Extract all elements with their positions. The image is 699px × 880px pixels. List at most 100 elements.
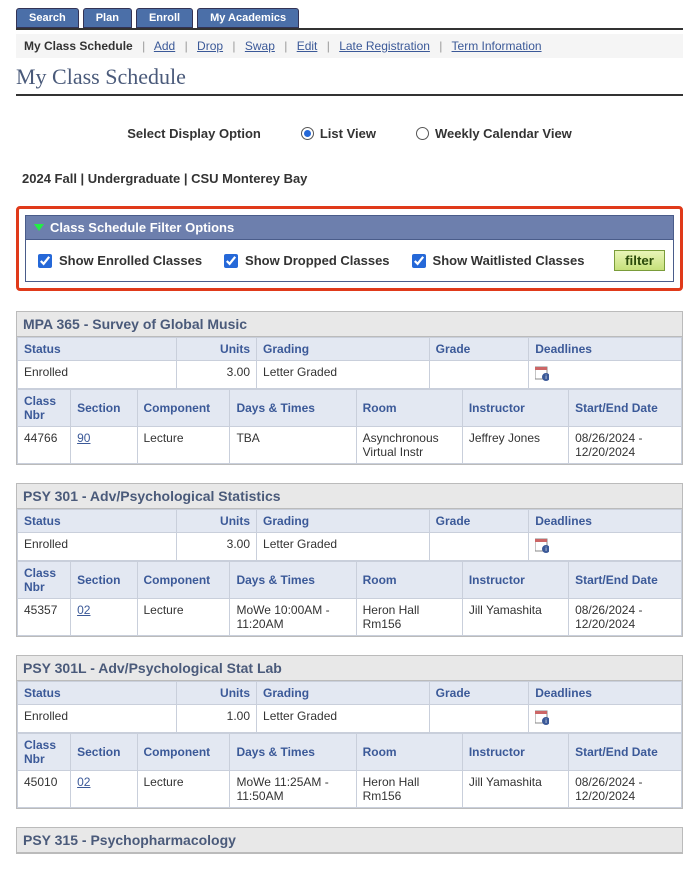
radio-calendar-view[interactable]: Weekly Calendar View [416, 126, 572, 141]
th-grade: Grade [429, 338, 529, 361]
th-deadlines: Deadlines [529, 338, 682, 361]
cell-deadlines[interactable]: i [529, 533, 682, 561]
cell-section[interactable]: 02 [71, 771, 137, 808]
th-instructor: Instructor [462, 562, 568, 599]
cb-waitlisted-text: Show Waitlisted Classes [433, 253, 585, 268]
page-title: My Class Schedule [16, 64, 683, 96]
radio-icon[interactable] [416, 127, 429, 140]
th-instructor: Instructor [462, 390, 568, 427]
th-room: Room [356, 562, 462, 599]
th-deadlines: Deadlines [529, 510, 682, 533]
cell-nbr: 45357 [18, 599, 71, 636]
cell-units: 3.00 [177, 361, 257, 389]
course-block: PSY 301 - Adv/Psychological StatisticsSt… [16, 483, 683, 637]
course-block: MPA 365 - Survey of Global MusicStatusUn… [16, 311, 683, 465]
cell-section[interactable]: 90 [71, 427, 137, 464]
cb-waitlisted[interactable] [412, 254, 426, 268]
th-grade: Grade [429, 682, 529, 705]
term-line: 2024 Fall | Undergraduate | CSU Monterey… [16, 171, 683, 186]
cell-room: Heron Hall Rm156 [356, 771, 462, 808]
cell-units: 3.00 [177, 533, 257, 561]
th-days: Days & Times [230, 562, 356, 599]
deadlines-icon[interactable]: i [535, 365, 549, 381]
cb-dropped-text: Show Dropped Classes [245, 253, 389, 268]
subnav-edit[interactable]: Edit [297, 39, 318, 53]
cell-section[interactable]: 02 [71, 599, 137, 636]
collapse-icon[interactable] [34, 224, 44, 231]
th-room: Room [356, 390, 462, 427]
table-row: Enrolled3.00Letter Gradedi [18, 533, 682, 561]
cell-days: MoWe 10:00AM - 11:20AM [230, 599, 356, 636]
tab-plan[interactable]: Plan [83, 8, 132, 28]
cb-dropped[interactable] [224, 254, 238, 268]
th-room: Room [356, 734, 462, 771]
th-component: Component [137, 390, 230, 427]
th-grade: Grade [429, 510, 529, 533]
deadlines-icon[interactable]: i [535, 537, 549, 553]
th-units: Units [177, 338, 257, 361]
filter-header[interactable]: Class Schedule Filter Options [25, 215, 674, 240]
filter-body: Show Enrolled Classes Show Dropped Class… [25, 240, 674, 282]
course-title: PSY 301L - Adv/Psychological Stat Lab [17, 656, 682, 681]
cell-component: Lecture [137, 599, 230, 636]
cell-dates: 08/26/2024 - 12/20/2024 [569, 427, 682, 464]
th-grading: Grading [257, 338, 430, 361]
table-row: 4501002LectureMoWe 11:25AM - 11:50AMHero… [18, 771, 682, 808]
th-status: Status [18, 338, 177, 361]
cb-dropped-label[interactable]: Show Dropped Classes [220, 251, 389, 271]
th-classnbr: Class Nbr [18, 562, 71, 599]
th-units: Units [177, 682, 257, 705]
th-grading: Grading [257, 510, 430, 533]
course-summary-table: StatusUnitsGradingGradeDeadlinesEnrolled… [17, 681, 682, 733]
filter-button[interactable]: filter [614, 250, 665, 271]
th-units: Units [177, 510, 257, 533]
svg-text:i: i [546, 375, 547, 381]
th-component: Component [137, 734, 230, 771]
deadlines-icon[interactable]: i [535, 709, 549, 725]
course-title: PSY 315 - Psychopharmacology [17, 828, 682, 853]
subnav-latereg[interactable]: Late Registration [339, 39, 430, 53]
cell-component: Lecture [137, 771, 230, 808]
cell-deadlines[interactable]: i [529, 361, 682, 389]
subnav-terminfo[interactable]: Term Information [452, 39, 542, 53]
tab-search[interactable]: Search [16, 8, 79, 28]
subnav-swap[interactable]: Swap [245, 39, 275, 53]
subnav: My Class Schedule | Add | Drop | Swap | … [16, 34, 683, 58]
th-instructor: Instructor [462, 734, 568, 771]
filter-header-text: Class Schedule Filter Options [50, 220, 234, 235]
tab-enroll[interactable]: Enroll [136, 8, 193, 28]
th-days: Days & Times [230, 390, 356, 427]
cell-status: Enrolled [18, 361, 177, 389]
cell-nbr: 44766 [18, 427, 71, 464]
cell-units: 1.00 [177, 705, 257, 733]
cell-grading: Letter Graded [257, 705, 430, 733]
display-option-row: Select Display Option List View Weekly C… [16, 126, 683, 141]
cell-deadlines[interactable]: i [529, 705, 682, 733]
course-detail-table: Class NbrSectionComponentDays & TimesRoo… [17, 733, 682, 808]
subnav-add[interactable]: Add [154, 39, 175, 53]
cb-enrolled-label[interactable]: Show Enrolled Classes [34, 251, 202, 271]
radio-icon[interactable] [301, 127, 314, 140]
cell-grading: Letter Graded [257, 533, 430, 561]
cell-nbr: 45010 [18, 771, 71, 808]
subnav-drop[interactable]: Drop [197, 39, 223, 53]
cell-dates: 08/26/2024 - 12/20/2024 [569, 599, 682, 636]
th-section: Section [71, 562, 137, 599]
th-days: Days & Times [230, 734, 356, 771]
th-dates: Start/End Date [569, 734, 682, 771]
cell-status: Enrolled [18, 705, 177, 733]
cell-grade [429, 533, 529, 561]
cb-enrolled[interactable] [38, 254, 52, 268]
th-component: Component [137, 562, 230, 599]
radio-list-view[interactable]: List View [301, 126, 376, 141]
svg-text:i: i [546, 547, 547, 553]
th-deadlines: Deadlines [529, 682, 682, 705]
courses-container: MPA 365 - Survey of Global MusicStatusUn… [16, 311, 683, 854]
cell-room: Asynchronous Virtual Instr [356, 427, 462, 464]
cell-instructor: Jill Yamashita [462, 771, 568, 808]
cb-waitlisted-label[interactable]: Show Waitlisted Classes [408, 251, 585, 271]
th-dates: Start/End Date [569, 390, 682, 427]
tab-myacademics[interactable]: My Academics [197, 8, 299, 28]
course-detail-table: Class NbrSectionComponentDays & TimesRoo… [17, 389, 682, 464]
course-block: PSY 301L - Adv/Psychological Stat Lab Sta… [16, 655, 683, 809]
